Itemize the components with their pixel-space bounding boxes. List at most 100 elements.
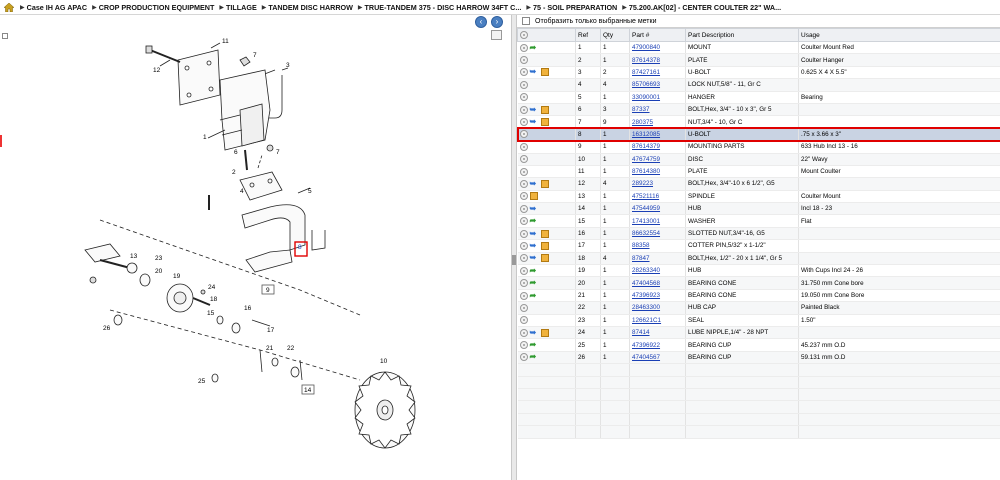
table-row[interactable]: ➥ 12 4 289223 BOLT,Hex, 3/4"-10 x 6 1/2", G5 xyxy=(517,177,1000,191)
select-part-icon[interactable] xyxy=(519,56,528,65)
cross-reference-icon[interactable]: ➥ xyxy=(530,204,539,213)
select-part-icon[interactable] xyxy=(519,316,528,325)
replacement-arrow-icon[interactable]: ➦ xyxy=(530,266,539,275)
replacement-arrow-icon[interactable]: ➦ xyxy=(530,341,539,349)
cell-part-number[interactable]: 289223 xyxy=(629,177,686,191)
breadcrumb-item[interactable]: 75 - SOIL PREPARATION xyxy=(533,3,617,12)
select-part-icon[interactable] xyxy=(519,266,528,275)
package-icon[interactable] xyxy=(540,179,549,188)
table-row[interactable]: ➥ 7 9 280375 NUT,3/4" - 10, Gr C xyxy=(517,115,1000,129)
cross-reference-icon[interactable]: ➥ xyxy=(530,229,539,238)
select-part-icon[interactable] xyxy=(519,241,528,250)
cross-reference-icon[interactable]: ➥ xyxy=(530,241,539,250)
settings-icon[interactable] xyxy=(520,31,528,39)
package-icon[interactable] xyxy=(540,68,549,77)
cross-reference-icon[interactable]: ➥ xyxy=(530,105,539,114)
cell-part-number[interactable]: 87614378 xyxy=(629,53,686,67)
select-part-icon[interactable] xyxy=(519,254,528,263)
table-row[interactable]: ➦ 25 1 47396922 BEARING CUP 45.237 mm O.D xyxy=(517,338,1000,352)
cross-reference-icon[interactable]: ➥ xyxy=(530,118,539,126)
select-part-icon[interactable] xyxy=(519,80,528,89)
package-icon[interactable] xyxy=(529,192,538,201)
select-part-icon[interactable] xyxy=(519,229,528,238)
cell-part-number[interactable]: 47396922 xyxy=(629,338,686,352)
breadcrumb-item[interactable]: CROP PRODUCTION EQUIPMENT xyxy=(99,3,215,12)
table-row[interactable]: ➥ 3 2 87427161 U-BOLT 0.625 X 4 X 5.5" xyxy=(517,66,1000,80)
cross-reference-icon[interactable]: ➥ xyxy=(530,328,539,337)
cell-part-number[interactable]: 16312085 xyxy=(629,128,686,142)
table-row[interactable]: ➥ 24 1 87414 LUBE NIPPLE,1/4" - 28 NPT xyxy=(517,326,1000,340)
splitter-grip-icon[interactable] xyxy=(512,255,516,265)
select-part-icon[interactable] xyxy=(519,167,528,176)
home-icon[interactable] xyxy=(4,2,14,12)
previous-page-icon[interactable]: ‹ xyxy=(475,16,487,28)
table-row[interactable]: ➦ 26 1 47404567 BEARING CUP 59.131 mm O.D xyxy=(517,351,1000,365)
next-page-icon[interactable]: › xyxy=(491,16,503,28)
cell-part-number[interactable]: 87614380 xyxy=(629,165,686,179)
select-part-icon[interactable] xyxy=(519,303,528,312)
select-part-icon[interactable] xyxy=(519,93,528,102)
cell-part-number[interactable]: 47544959 xyxy=(629,202,686,216)
select-part-icon[interactable] xyxy=(519,279,528,288)
replacement-arrow-icon[interactable]: ➦ xyxy=(530,291,539,300)
cell-part-number[interactable]: 47396923 xyxy=(629,289,686,303)
cross-reference-icon[interactable]: ➥ xyxy=(530,68,539,76)
replacement-arrow-icon[interactable]: ➦ xyxy=(530,217,539,225)
cell-part-number[interactable]: 280375 xyxy=(629,115,686,129)
cell-part-number[interactable]: 47674759 xyxy=(629,153,686,166)
header-usage[interactable]: Usage xyxy=(798,28,1000,42)
select-part-icon[interactable] xyxy=(519,192,528,201)
table-row[interactable]: 4 4 85706693 LOCK NUT,5/8" - 11, Gr C xyxy=(517,78,1000,92)
cell-part-number[interactable]: 28463300 xyxy=(629,301,686,315)
cell-part-number[interactable]: 87847 xyxy=(629,252,686,266)
cell-part-number[interactable]: 126621C1 xyxy=(629,314,686,328)
header-qty[interactable]: Qty xyxy=(600,28,630,42)
cross-reference-icon[interactable]: ➥ xyxy=(530,254,539,262)
exploded-parts-diagram[interactable] xyxy=(40,30,510,480)
show-selected-only-checkbox[interactable] xyxy=(522,17,530,25)
package-icon[interactable] xyxy=(540,241,549,250)
select-part-icon[interactable] xyxy=(519,217,528,226)
select-part-icon[interactable] xyxy=(519,353,528,362)
cell-part-number[interactable]: 47900840 xyxy=(629,41,686,55)
replacement-arrow-icon[interactable]: ➦ xyxy=(530,353,539,361)
table-row[interactable]: 22 1 28463300 HUB CAP Painted Black xyxy=(517,301,1000,315)
package-icon[interactable] xyxy=(540,328,549,337)
diagram-pane[interactable]: ‹ › 11 7 12 3 1 6 7 2 4 5 8 13 23 20 19 … xyxy=(0,15,511,480)
select-all-header[interactable] xyxy=(517,28,576,42)
package-icon[interactable] xyxy=(540,105,549,114)
package-icon[interactable] xyxy=(540,254,549,263)
select-part-icon[interactable] xyxy=(519,179,528,188)
table-row[interactable]: ➥ 6 3 87337 BOLT,Hex, 3/4" - 10 x 3", Gr 5 xyxy=(517,103,1000,117)
table-row[interactable]: 9 1 87614379 MOUNTING PARTS 633 Hub Incl 13 … xyxy=(517,140,1000,154)
cell-part-number[interactable]: 47404567 xyxy=(629,351,686,365)
cross-reference-icon[interactable]: ➥ xyxy=(530,179,539,188)
table-row[interactable]: ➥ 18 4 87847 BOLT,Hex, 1/2" - 20 x 1 1/4", G… xyxy=(517,252,1000,266)
cell-part-number[interactable]: 87337 xyxy=(629,103,686,117)
table-row[interactable]: 8 1 16312085 U-BOLT .75 x 3.66 x 3" xyxy=(516,127,1000,142)
cell-part-number[interactable]: 28263340 xyxy=(629,264,686,278)
select-part-icon[interactable] xyxy=(519,328,528,337)
header-part-description[interactable]: Part Description xyxy=(685,28,799,42)
breadcrumb-item[interactable]: Case IH AG APAC xyxy=(27,3,87,12)
table-row[interactable]: ➦ 15 1 17413001 WASHER Flat xyxy=(517,214,1000,228)
select-part-icon[interactable] xyxy=(519,118,528,127)
select-part-icon[interactable] xyxy=(519,130,528,139)
table-row[interactable]: 23 1 126621C1 SEAL 1.50" xyxy=(517,314,1000,328)
select-part-icon[interactable] xyxy=(519,43,528,52)
breadcrumb-item[interactable]: TRUE-TANDEM 375 - DISC HARROW 34FT C... xyxy=(365,3,522,12)
select-part-icon[interactable] xyxy=(519,341,528,350)
cell-part-number[interactable]: 17413001 xyxy=(629,214,686,228)
cell-part-number[interactable]: 87427161 xyxy=(629,66,686,80)
replacement-arrow-icon[interactable]: ➦ xyxy=(530,43,539,52)
select-part-icon[interactable] xyxy=(519,291,528,300)
package-icon[interactable] xyxy=(540,229,549,238)
cell-part-number[interactable]: 85706693 xyxy=(629,78,686,92)
table-row[interactable]: 10 1 47674759 DISC 22" Wavy xyxy=(517,153,1000,166)
table-row[interactable]: 11 1 87614380 PLATE Mount Coulter xyxy=(517,165,1000,179)
header-ref[interactable]: Ref xyxy=(575,28,601,42)
cell-part-number[interactable]: 87614379 xyxy=(629,140,686,154)
header-part-number[interactable]: Part # xyxy=(629,28,686,42)
table-row[interactable]: ➥ 16 1 86632554 SLOTTED NUT,3/4"-16, G5 xyxy=(517,227,1000,241)
select-part-icon[interactable] xyxy=(519,204,528,213)
